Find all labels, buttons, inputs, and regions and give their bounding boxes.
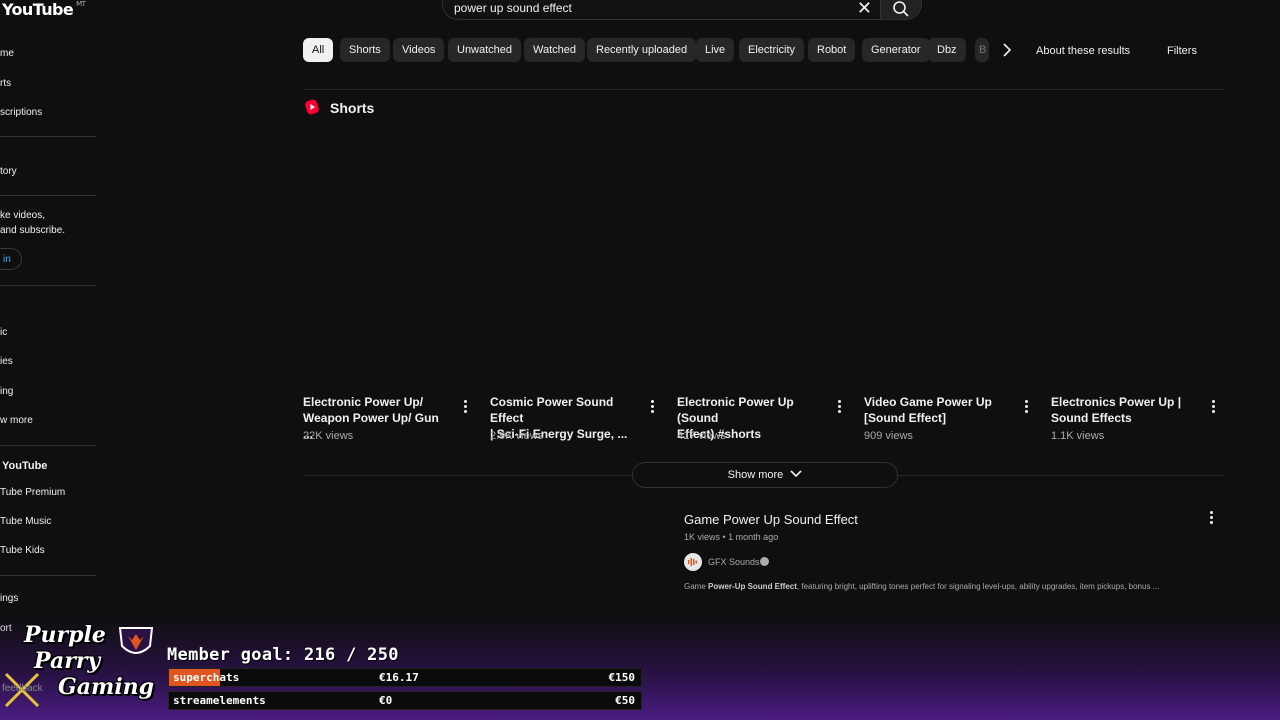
chip-electricity[interactable]: Electricity xyxy=(739,38,805,62)
bar-current: €16.17 xyxy=(379,671,419,684)
signin-note-line1: ke videos, xyxy=(0,210,46,221)
video-title[interactable]: Game Power Up Sound Effect xyxy=(684,512,858,527)
more-options-icon[interactable] xyxy=(1021,399,1031,415)
sidebar-item-music[interactable]: ic xyxy=(0,327,7,338)
short-title: Electronics Power Up | Sound Effects xyxy=(1051,395,1182,425)
youtube-logo[interactable]: YouTube MT xyxy=(2,0,86,20)
sidebar-item-shorts[interactable]: rts xyxy=(0,78,11,89)
channel-avatar[interactable] xyxy=(684,553,702,571)
video-meta: 1K views • 1 month ago xyxy=(684,532,779,542)
logo-region: MT xyxy=(76,0,86,8)
short-views: 909 views xyxy=(864,430,913,442)
sound-wave-icon xyxy=(688,558,697,566)
bar-current: €0 xyxy=(379,694,393,707)
chip-dbz[interactable]: Dbz xyxy=(928,38,966,62)
sidebar-divider xyxy=(0,575,96,576)
short-card[interactable]: Electronics Power Up | Sound Effects 1.1K… xyxy=(1051,394,1223,446)
verified-badge-icon xyxy=(760,557,769,566)
short-title: Video Game Power Up [Sound Effect] xyxy=(864,395,992,425)
show-more-label: Show more xyxy=(727,469,784,481)
chip-generator[interactable]: Generator xyxy=(862,38,930,62)
shorts-icon xyxy=(305,99,319,115)
brand-line-2: Parry xyxy=(34,648,101,674)
search-query-text: power up sound effect xyxy=(454,1,572,15)
sidebar-item-youtube-music[interactable]: Tube Music xyxy=(0,516,51,527)
sidebar-item-movies[interactable]: ies xyxy=(0,356,13,367)
chip-all[interactable]: All xyxy=(303,38,334,62)
sign-in-label: in xyxy=(3,254,11,265)
sidebar-divider xyxy=(0,195,96,196)
fox-crest-icon xyxy=(118,627,154,654)
close-icon[interactable]: ✕ xyxy=(857,0,872,19)
chip-truncated[interactable]: B xyxy=(975,38,989,62)
brand-line-3: Gaming xyxy=(58,674,155,700)
member-goal-text: Member goal: 216 / 250 xyxy=(167,645,399,665)
sidebar-item-feedback[interactable]: feedback xyxy=(2,683,43,694)
sign-in-button[interactable]: in xyxy=(0,248,22,270)
signin-note-line2: and subscribe. xyxy=(0,225,66,236)
chevron-right-icon[interactable] xyxy=(998,41,1016,59)
short-views: 1.1K views xyxy=(1051,430,1105,442)
purple-parry-gaming-logo: Purple Parry Gaming xyxy=(0,622,166,720)
chip-robot[interactable]: Robot xyxy=(808,38,856,62)
sidebar-divider xyxy=(0,285,96,286)
more-options-icon[interactable] xyxy=(647,399,657,415)
sidebar-item-home[interactable]: me xyxy=(0,48,14,59)
chip-unwatched[interactable]: Unwatched xyxy=(448,38,522,62)
sidebar-item-youtube-kids[interactable]: Tube Kids xyxy=(0,545,45,556)
sidebar-divider xyxy=(0,136,96,137)
more-options-icon[interactable] xyxy=(460,399,470,415)
bar-target: €150 xyxy=(608,671,636,684)
bar-label: superchats xyxy=(173,671,240,684)
sidebar-item-history[interactable]: tory xyxy=(0,166,17,177)
shorts-shelf-title: Shorts xyxy=(330,100,375,116)
short-views: 417 views xyxy=(677,430,726,442)
search-button[interactable] xyxy=(880,0,922,20)
sidebar-item-gaming[interactable]: ing xyxy=(0,386,13,397)
search-input[interactable]: power up sound effect ✕ xyxy=(442,0,880,20)
short-card[interactable]: Electronic Power Up (Sound Effect) #short… xyxy=(677,394,849,446)
sidebar-item-settings[interactable]: ings xyxy=(0,593,18,604)
short-views: 22K views xyxy=(303,430,354,442)
chip-watched[interactable]: Watched xyxy=(524,38,586,62)
sidebar-item-youtube-premium[interactable]: Tube Premium xyxy=(0,487,65,498)
bar-target: €50 xyxy=(615,694,635,707)
logo-text: YouTube xyxy=(2,0,74,19)
short-card[interactable]: Cosmic Power Sound Effect | Sci-Fi Energy… xyxy=(490,394,662,446)
brand-line-1: Purple xyxy=(24,622,106,648)
streamelements-goal-bar: streamelements €0 €50 xyxy=(168,691,642,710)
filters-button[interactable]: Filters xyxy=(1167,45,1197,57)
sidebar-heading-more-from-youtube: YouTube xyxy=(2,460,48,472)
chevron-down-icon xyxy=(790,470,802,478)
chip-recently-uploaded[interactable]: Recently uploaded xyxy=(587,38,697,62)
sidebar-item-subscriptions[interactable]: scriptions xyxy=(0,107,42,118)
show-more-button[interactable]: Show more xyxy=(632,462,898,488)
search-icon xyxy=(893,1,909,17)
chip-videos[interactable]: Videos xyxy=(393,38,445,62)
video-description: Game Power-Up Sound Effect, featuring br… xyxy=(684,582,1160,591)
chip-live[interactable]: Live xyxy=(696,38,735,62)
bar-label: streamelements xyxy=(173,694,266,707)
divider xyxy=(303,89,1225,90)
superchats-goal-bar: superchats €16.17 €150 xyxy=(168,668,642,687)
chip-shorts[interactable]: Shorts xyxy=(340,38,390,62)
short-card[interactable]: Electronic Power Up/Weapon Power Up/ Gun… xyxy=(303,394,475,446)
channel-name[interactable]: GFX Sounds xyxy=(708,557,760,567)
more-options-icon[interactable] xyxy=(834,399,844,415)
sidebar-item-show-more[interactable]: w more xyxy=(0,415,33,426)
more-options-icon[interactable] xyxy=(1206,510,1216,526)
short-card[interactable]: Video Game Power Up [Sound Effect] 909 vi… xyxy=(864,394,1036,446)
about-these-results-link[interactable]: About these results xyxy=(1036,45,1130,57)
short-views: 2.9K views xyxy=(490,430,544,442)
sidebar-divider xyxy=(0,445,96,446)
more-options-icon[interactable] xyxy=(1208,399,1218,415)
